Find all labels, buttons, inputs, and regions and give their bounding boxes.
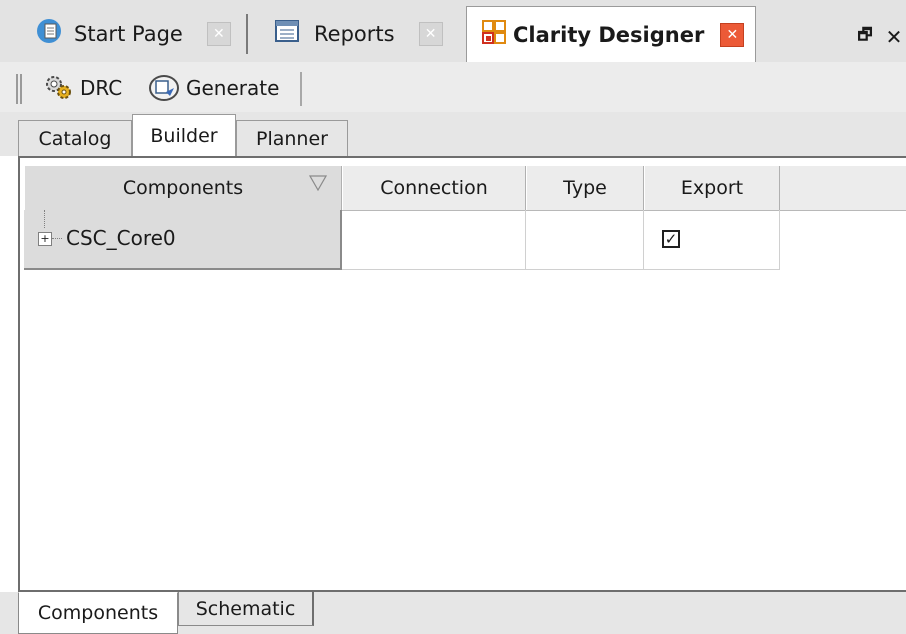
tab-catalog[interactable]: Catalog	[18, 120, 132, 156]
close-tab-start-page-button[interactable]: ✕	[206, 22, 231, 46]
column-header-components-label: Components	[122, 177, 244, 199]
close-icon[interactable]: ✕	[882, 24, 906, 50]
tab-reports-label: Reports	[314, 22, 395, 46]
toolbar-grip[interactable]	[16, 74, 22, 104]
tab-start-page-label: Start Page	[74, 22, 183, 46]
column-header-type[interactable]: Type	[526, 166, 644, 210]
component-name: CSC_Core0	[66, 226, 176, 250]
export-cell[interactable]: ✓	[644, 210, 780, 270]
column-header-export[interactable]: Export	[644, 166, 780, 210]
tab-clarity-designer[interactable]: Clarity Designer ✕	[466, 6, 756, 62]
tree-connector-branch	[52, 238, 62, 239]
tab-planner[interactable]: Planner	[236, 120, 348, 156]
start-page-icon	[37, 19, 61, 43]
tab-reports[interactable]: Reports ✕	[248, 6, 463, 62]
tab-clarity-designer-label: Clarity Designer	[513, 22, 705, 47]
table-header: Components Connection Type Export	[24, 166, 906, 211]
gears-icon	[46, 76, 71, 99]
drc-label: DRC	[80, 76, 123, 100]
designer-subtabs: Catalog Builder Planner	[0, 112, 906, 156]
clarity-designer-icon	[482, 20, 506, 44]
type-cell[interactable]	[526, 210, 644, 270]
tab-components[interactable]: Components	[18, 592, 178, 634]
close-tab-clarity-designer-button[interactable]: ✕	[720, 22, 745, 47]
view-tabs: Components Schematic	[0, 592, 906, 634]
document-tab-bar: Start Page ✕ Reports ✕ Clarity Designer …	[0, 0, 906, 63]
sort-descending-icon[interactable]	[309, 175, 327, 191]
tab-builder[interactable]: Builder	[132, 114, 236, 156]
tab-start-page[interactable]: Start Page ✕	[0, 6, 246, 62]
tab-schematic[interactable]: Schematic	[178, 592, 314, 626]
column-header-connection[interactable]: Connection	[342, 166, 526, 210]
column-header-components[interactable]: Components	[24, 166, 342, 210]
reports-icon	[275, 20, 299, 42]
generate-icon	[149, 75, 179, 101]
restore-icon[interactable]: 🗗	[852, 24, 878, 50]
tree-connector-line	[44, 210, 46, 228]
toolbar: DRC Generate	[0, 62, 906, 113]
connection-cell[interactable]	[342, 210, 526, 270]
component-cell[interactable]: + CSC_Core0	[24, 210, 342, 270]
generate-button[interactable]: Generate	[148, 72, 279, 104]
generate-label: Generate	[186, 76, 280, 100]
close-tab-reports-button[interactable]: ✕	[418, 22, 443, 46]
drc-button[interactable]: DRC	[44, 72, 122, 104]
builder-panel: Components Connection Type Export + CSC_…	[18, 156, 906, 592]
expand-icon[interactable]: +	[38, 232, 52, 246]
table-row[interactable]: + CSC_Core0 ✓	[24, 210, 780, 270]
toolbar-separator	[300, 72, 302, 106]
export-checkbox[interactable]: ✓	[662, 230, 680, 248]
